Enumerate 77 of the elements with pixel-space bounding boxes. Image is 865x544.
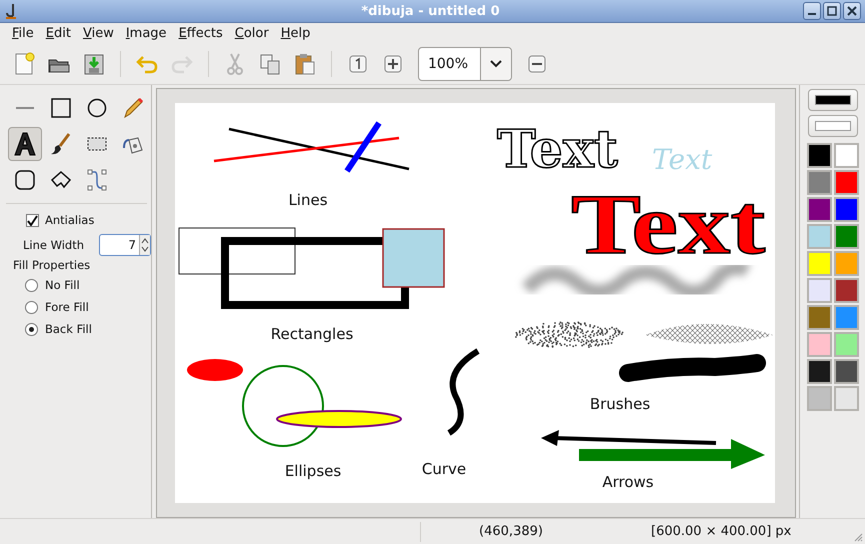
color-swatch[interactable] [806, 143, 832, 168]
shape-label: Lines [288, 191, 328, 209]
shape-label: Arrows [602, 473, 654, 491]
menu-item[interactable]: Edit [40, 26, 77, 41]
maximize-icon [827, 6, 837, 16]
color-swatch[interactable] [834, 170, 858, 195]
bezier-curve-icon [85, 168, 109, 192]
fill-option-label: Back Fill [45, 322, 92, 336]
fill-radio-button[interactable] [25, 322, 38, 336]
fill-option-label: No Fill [45, 278, 80, 292]
close-icon [847, 6, 857, 16]
fill-radio-button[interactable] [25, 278, 38, 292]
antialias-checkbox[interactable] [26, 214, 39, 226]
paintbrush-icon [49, 132, 73, 156]
pencil-icon [121, 96, 145, 120]
fill-radio-button[interactable] [25, 300, 38, 314]
save-icon [82, 52, 106, 76]
color-swatch[interactable] [806, 224, 832, 249]
close-button[interactable] [843, 2, 861, 20]
color-swatch[interactable] [806, 359, 832, 384]
circle-icon [85, 96, 109, 120]
color-swatch[interactable] [806, 332, 832, 357]
menu-item[interactable]: View [76, 26, 120, 41]
color-swatch[interactable] [806, 278, 832, 303]
shape-label: Ellipses [284, 462, 342, 480]
color-swatch[interactable] [834, 143, 858, 168]
color-swatch[interactable] [834, 305, 858, 330]
foreground-color-button[interactable] [808, 89, 858, 111]
background-color-button[interactable] [808, 115, 858, 137]
filled-rectangle [382, 228, 445, 288]
color-swatch[interactable] [806, 170, 832, 195]
color-swatch[interactable] [834, 197, 858, 222]
shape-label: Brushes [590, 395, 650, 413]
color-swatch[interactable] [806, 305, 832, 330]
clipboard-icon [293, 52, 317, 76]
minimize-button[interactable] [803, 2, 821, 20]
line-width-label: Line Width [23, 238, 86, 252]
fill-option-label: Fore Fill [45, 300, 89, 314]
color-swatch[interactable] [834, 332, 858, 357]
rounded-square-icon [13, 168, 37, 192]
line-width-spinner[interactable]: 7 [99, 234, 151, 256]
app-icon [4, 3, 18, 19]
color-swatch[interactable] [834, 386, 858, 411]
color-swatch[interactable] [806, 197, 832, 222]
menu-item[interactable]: Image [120, 26, 173, 41]
shape-label: Curve [422, 460, 466, 478]
cursor-coordinates: (460,389) [478, 524, 544, 539]
minimize-icon [808, 13, 816, 15]
square-icon [49, 96, 73, 120]
filled-ellipse [187, 359, 243, 381]
window-title: *dibuja - untitled 0 [360, 4, 501, 18]
shape-label: Rectangles [270, 325, 354, 343]
letter-icon [12, 131, 38, 157]
spin-arrows-icon [141, 236, 149, 254]
italic-text: Text [652, 143, 712, 176]
resize-grip-icon [853, 532, 863, 542]
menu-item[interactable]: Effects [172, 26, 229, 41]
menu-item[interactable]: Help [274, 26, 316, 41]
copy-icon [258, 52, 282, 76]
line-icon [15, 106, 35, 110]
menu-item[interactable]: File [6, 26, 40, 41]
text-tool[interactable] [8, 127, 42, 161]
fill-properties-label: Fill Properties [12, 258, 92, 274]
color-swatch[interactable] [834, 224, 858, 249]
color-swatch[interactable] [806, 386, 832, 411]
color-swatch[interactable] [834, 251, 858, 276]
maximize-button[interactable] [823, 2, 841, 20]
chevron-down-icon [490, 60, 502, 68]
zoom-combo[interactable]: 100% [418, 47, 512, 81]
thick-line [344, 121, 382, 173]
color-swatch[interactable] [834, 278, 858, 303]
drawing-canvas[interactable]: Text Text Lines Text Rectangles Brushes Ellipses Curve Arrows [175, 103, 775, 503]
color-swatch[interactable] [834, 359, 858, 384]
antialias-label: Antialias [45, 213, 94, 227]
color-swatch[interactable] [806, 251, 832, 276]
canvas-size: [600.00 × 400.00] px [651, 524, 792, 539]
menu-item[interactable]: Color [228, 26, 275, 41]
